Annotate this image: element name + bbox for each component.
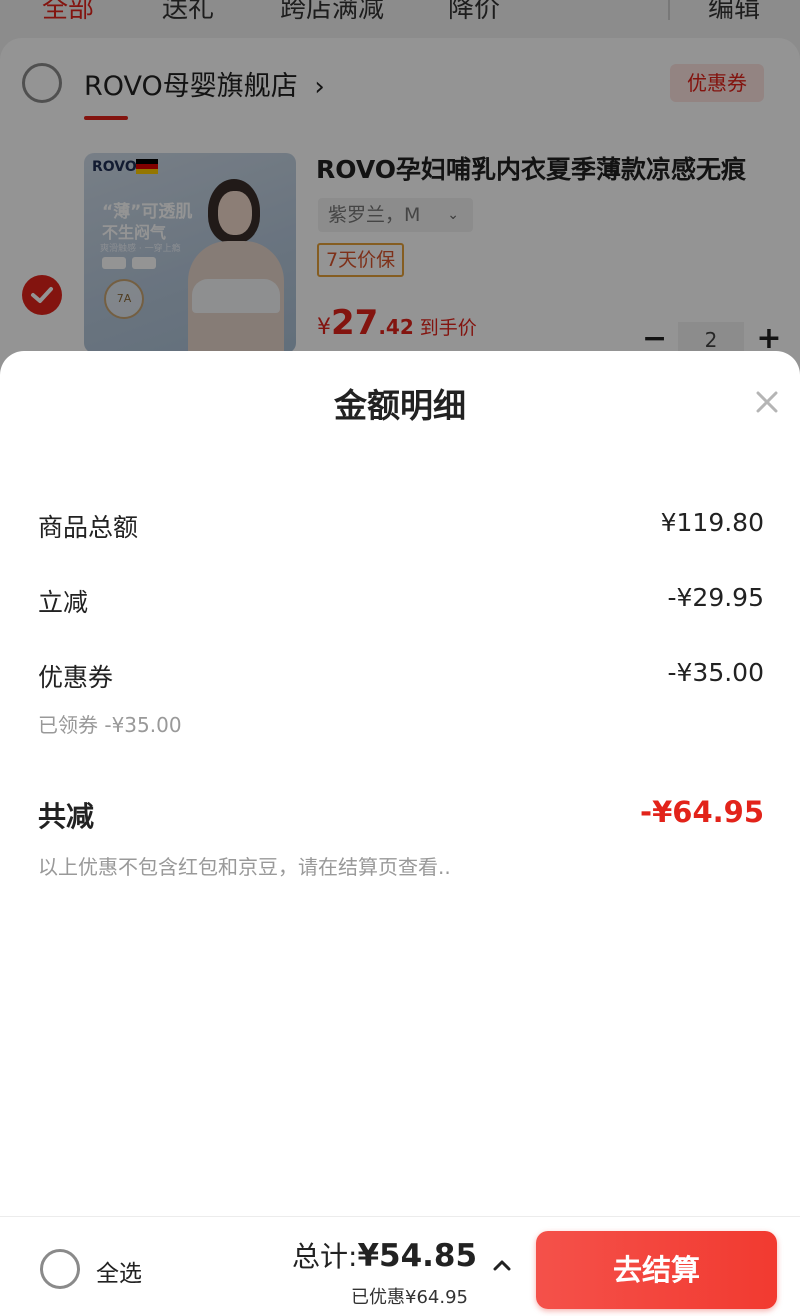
row-label-coupon: 优惠券 [38,663,114,692]
discount-note: 以上优惠不包含红包和京豆，请在结算页查看.. [38,855,451,879]
coupon-claimed-note: 已领券 -¥35.00 [38,713,182,737]
chevron-up-icon[interactable] [490,1253,514,1277]
row-value-instant-discount: -¥29.95 [667,583,765,612]
checkout-button[interactable]: 去结算 [536,1231,777,1309]
row-label-subtotal: 商品总额 [38,513,139,542]
row-value-coupon: -¥35.00 [667,658,765,687]
row-label-instant-discount: 立减 [38,588,89,617]
total-label: 总计: [292,1240,358,1273]
total-discount-label: 共减 [38,800,95,833]
checkout-bar: 全选 总计:¥54.85 已优惠¥64.95 去结算 [0,1216,800,1316]
select-all-radio[interactable] [40,1249,80,1289]
saved-amount: 已优惠¥64.95 [351,1287,468,1308]
total-discount-value: -¥64.95 [640,795,764,829]
row-value-subtotal: ¥119.80 [660,508,764,537]
close-icon[interactable] [752,387,782,417]
select-all-label[interactable]: 全选 [96,1254,142,1288]
sheet-title: 金额明细 [334,386,466,425]
price-detail-sheet: 金额明细 商品总额 ¥119.80 立减 -¥29.95 优惠券 -¥35.00… [0,351,800,1316]
total-price: 总计:¥54.85 [292,1235,477,1275]
total-value: ¥54.85 [357,1238,478,1274]
